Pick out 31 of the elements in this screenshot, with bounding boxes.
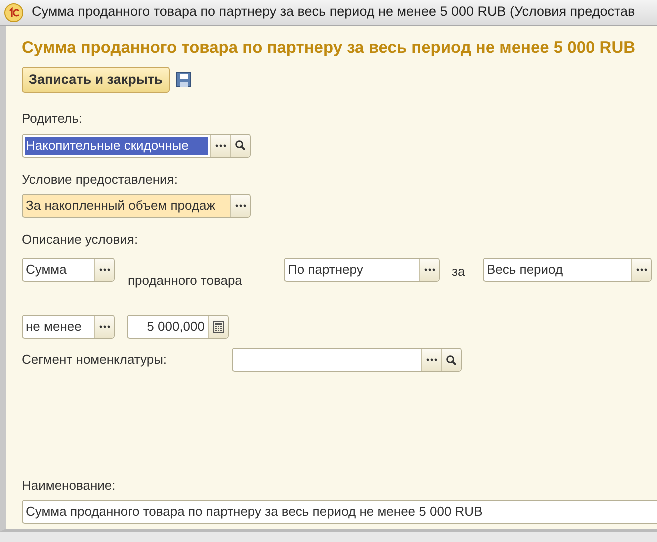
condition-field[interactable]: За накопленный объем продаж <box>22 194 251 218</box>
ellipsis-icon <box>98 325 110 329</box>
parent-field[interactable]: Накопительные скидочные <box>22 134 251 158</box>
name-field[interactable]: Сумма проданного товара по партнеру за весь период не менее 5 000 RUB <box>22 500 657 524</box>
amount-field[interactable]: 5 000,000 <box>127 315 229 339</box>
search-icon <box>446 354 457 366</box>
aggregate-field[interactable]: Сумма <box>22 258 115 282</box>
description-text: проданного товара <box>128 272 244 290</box>
field-label: Описание условия: <box>22 231 140 249</box>
field-label: Сегмент номенклатуры: <box>22 351 168 370</box>
ellipsis-icon <box>234 204 246 208</box>
field-label: Родитель: <box>22 110 84 128</box>
ellipsis-icon <box>636 268 648 272</box>
calculator-icon <box>213 321 224 333</box>
form-heading: Сумма проданного товара по партнеру за весь период не менее 5 000 RUB <box>22 38 637 59</box>
field-label: Условие предоставления: <box>22 170 179 189</box>
ellipsis-icon <box>98 268 110 272</box>
ellipsis-icon <box>426 358 438 362</box>
save-and-close-button[interactable]: Записать и закрыть <box>22 66 170 93</box>
connector-text: за <box>452 262 466 280</box>
ellipsis-icon <box>424 268 436 272</box>
ellipsis-icon <box>214 144 226 148</box>
comparison-field[interactable]: не менее <box>22 315 115 339</box>
segment-field[interactable] <box>232 348 462 372</box>
app-logo-icon <box>4 2 24 22</box>
window-title: Сумма проданного товара по партнеру за весь период не менее 5 000 RUB (Условия предостав <box>32 3 636 22</box>
scope-field[interactable]: По партнеру <box>284 258 440 282</box>
field-label: Наименование: <box>22 477 117 495</box>
save-icon[interactable] <box>176 72 192 88</box>
period-field[interactable]: Весь период <box>483 258 652 282</box>
search-icon <box>235 140 246 151</box>
